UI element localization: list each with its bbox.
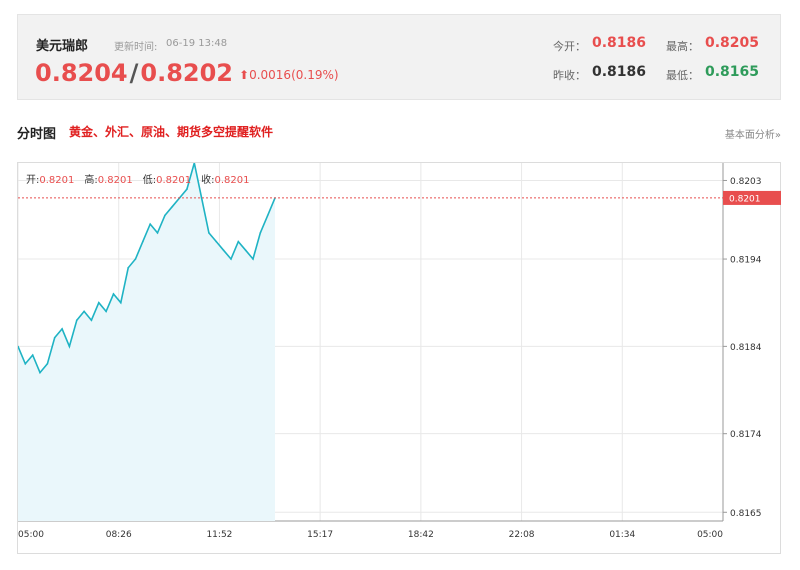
price-point: [97, 301, 100, 304]
fundamental-analysis-link[interactable]: 基本面分析»: [725, 126, 781, 141]
price-point: [31, 354, 34, 356]
price-point: [164, 214, 166, 217]
price-point: [156, 232, 159, 234]
price-row: 0.8204/0.8202 ⬆0.0016(0.19%): [35, 59, 339, 87]
low-value: 0.8165: [705, 64, 760, 80]
price-point: [53, 336, 56, 339]
ohlc-open-label: 开:: [26, 175, 40, 186]
promo-link[interactable]: 黄金、外汇、原油、期货多空提醒软件: [69, 123, 273, 140]
high-label: 最高：: [666, 40, 699, 53]
price-point: [75, 319, 78, 321]
x-tick-label: 01:34: [609, 530, 635, 540]
price-change: 0.0016(0.19%): [249, 68, 339, 82]
ohlc-open-value: 0.8201: [39, 175, 75, 186]
current-price-label: 0.8201: [729, 194, 761, 204]
ohlc-low-label: 低:: [142, 175, 157, 186]
price-point: [259, 232, 262, 234]
y-tick-label: 0.8184: [730, 343, 762, 353]
x-tick-label: 05:00: [697, 530, 723, 540]
price-point: [171, 205, 174, 208]
x-tick-label: 18:42: [408, 530, 434, 540]
x-tick-label: 22:08: [509, 530, 535, 540]
chart-canvas: 0.8201 0.8203 0.8194 0.8184 0.8174 0.8165 05:0…: [18, 163, 781, 540]
open-label: 今开：: [553, 40, 586, 53]
price-point: [222, 249, 225, 252]
y-tick-label: 0.8194: [730, 256, 762, 266]
up-arrow-icon: ⬆: [239, 68, 250, 82]
price-point: [215, 240, 218, 243]
price-point: [186, 188, 188, 190]
price-point: [149, 223, 151, 225]
x-tick-label: 11:52: [206, 530, 232, 540]
price-point: [237, 240, 240, 243]
price-point: [120, 301, 122, 304]
ohlc-close-label: 收:: [201, 175, 215, 186]
ohlc-high-label: 高:: [84, 175, 98, 186]
prev-close-label: 昨收：: [553, 69, 586, 82]
ohlc-readout: 开:0.8201 高:0.8201 低:0.8201 收:0.8201: [26, 171, 260, 186]
price-area: [18, 163, 275, 521]
ask-price: 0.8202: [140, 59, 234, 87]
chart-title: 分时图: [17, 127, 57, 142]
y-tick-label: 0.8165: [730, 509, 762, 519]
ohlc-close-value: 0.8201: [214, 175, 250, 186]
prev-close-value: 0.8186: [592, 64, 647, 80]
price-point: [230, 258, 232, 260]
update-time: 06-19 13:48: [166, 38, 228, 49]
price-point: [142, 240, 144, 243]
price-point: [252, 258, 254, 260]
price-point: [61, 328, 63, 330]
ohlc-low-value: 0.8201: [156, 175, 192, 186]
price-point: [68, 345, 71, 348]
price-point: [208, 232, 210, 234]
price-point: [127, 266, 129, 269]
price-separator: /: [129, 59, 139, 87]
open-value: 0.8186: [592, 35, 647, 51]
price-point: [112, 293, 115, 295]
instrument-name: 美元瑞郎: [36, 39, 89, 54]
x-tick-label: 05:00: [18, 530, 44, 540]
price-point: [105, 310, 107, 313]
price-point: [266, 214, 269, 217]
quote-panel: 美元瑞郎 更新时间: 06-19 13:48 0.8204/0.8202 ⬆0.0…: [17, 14, 781, 100]
high-value: 0.8205: [705, 35, 760, 51]
y-tick-label: 0.8174: [730, 430, 762, 440]
x-tick-label: 08:26: [106, 530, 132, 540]
low-label: 最低：: [666, 69, 699, 82]
price-point: [39, 371, 41, 374]
ohlc-high-value: 0.8201: [97, 175, 133, 186]
update-time-label: 更新时间:: [114, 42, 158, 53]
price-point: [46, 363, 49, 365]
price-point: [90, 319, 93, 321]
price-point: [244, 249, 247, 252]
bid-price: 0.8204: [35, 59, 128, 87]
intraday-chart[interactable]: 0.8201 0.8203 0.8194 0.8184 0.8174 0.8165 05:0…: [17, 162, 781, 554]
price-point: [134, 258, 137, 260]
chart-header: 分时图 黄金、外汇、原油、期货多空提醒软件 基本面分析»: [17, 120, 781, 144]
x-tick-label: 15:17: [307, 530, 333, 540]
y-tick-label: 0.8203: [730, 177, 762, 187]
price-point: [24, 363, 27, 365]
price-point: [83, 310, 85, 313]
